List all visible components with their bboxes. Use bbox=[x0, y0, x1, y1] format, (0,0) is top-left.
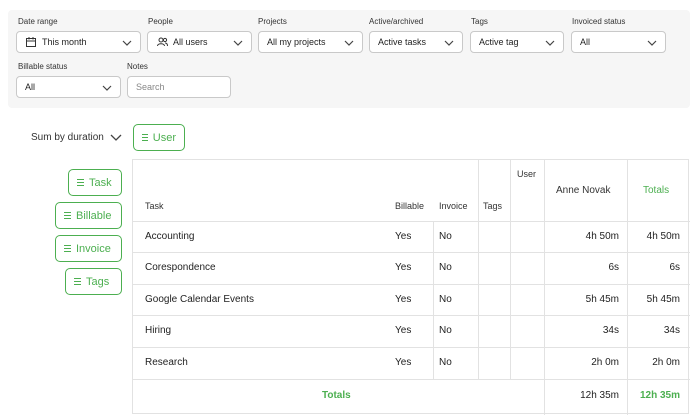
cell-billable: Yes bbox=[395, 231, 412, 242]
cell-invoice: No bbox=[439, 357, 452, 368]
tags-label: Tags bbox=[471, 17, 488, 26]
active-archived-label: Active/archived bbox=[369, 17, 424, 26]
chevron-down-icon bbox=[444, 40, 454, 46]
cell-total: 5h 45m bbox=[646, 294, 680, 305]
notes-label: Notes bbox=[127, 62, 148, 71]
cell-total: 6s bbox=[669, 262, 680, 273]
chip-label: Invoice bbox=[76, 242, 111, 255]
active-archived-select[interactable]: Active tasks bbox=[369, 31, 463, 53]
cell-person: 34s bbox=[602, 325, 619, 336]
group-chip-user[interactable]: User bbox=[133, 124, 185, 151]
billable-status-label: Billable status bbox=[18, 62, 68, 71]
column-divider bbox=[433, 221, 434, 379]
group-chip-billable[interactable]: Billable bbox=[55, 202, 122, 229]
header-totals: Totals bbox=[643, 185, 670, 196]
cell-person: 6s bbox=[608, 262, 619, 273]
chevron-down-icon bbox=[344, 40, 354, 46]
footer-person-total: 12h 35m bbox=[580, 390, 619, 401]
projects-select[interactable]: All my projects bbox=[258, 31, 363, 53]
group-chip-task[interactable]: Task bbox=[68, 169, 122, 196]
invoiced-status-value: All bbox=[580, 37, 591, 47]
people-select[interactable]: All users bbox=[147, 31, 252, 53]
cell-total: 2h 0m bbox=[652, 357, 680, 368]
chip-label: User bbox=[152, 131, 176, 144]
cell-task: Google Calendar Events bbox=[145, 294, 254, 305]
projects-label: Projects bbox=[258, 17, 287, 26]
row-divider bbox=[133, 379, 690, 380]
cell-total: 34s bbox=[663, 325, 680, 336]
header-task: Task bbox=[145, 201, 164, 211]
chevron-down-icon bbox=[122, 40, 132, 46]
projects-value: All my projects bbox=[267, 37, 326, 47]
group-chip-invoice[interactable]: Invoice bbox=[55, 235, 122, 262]
billable-status-select[interactable]: All bbox=[16, 76, 121, 98]
chevron-down-icon bbox=[102, 85, 112, 91]
cell-task: Accounting bbox=[145, 231, 195, 242]
cell-person: 2h 0m bbox=[591, 357, 619, 368]
header-invoice: Invoice bbox=[439, 201, 468, 211]
cell-task: Research bbox=[145, 357, 188, 368]
header-person: Anne Novak bbox=[556, 185, 611, 196]
cell-billable: Yes bbox=[395, 294, 412, 305]
cell-task: Corespondence bbox=[145, 262, 216, 273]
tags-value: Active tag bbox=[479, 37, 519, 47]
billable-status-value: All bbox=[25, 82, 36, 92]
row-divider bbox=[133, 252, 690, 253]
footer-totals-label: Totals bbox=[322, 390, 351, 401]
drag-handle-icon bbox=[77, 177, 84, 188]
drag-handle-icon bbox=[74, 276, 81, 287]
row-divider bbox=[133, 284, 690, 285]
date-range-select[interactable]: This month bbox=[16, 31, 141, 53]
chevron-down-icon bbox=[647, 40, 657, 46]
cell-person: 5h 45m bbox=[585, 294, 619, 305]
header-tags: Tags bbox=[483, 201, 503, 211]
group-chip-tags[interactable]: Tags bbox=[65, 268, 122, 295]
people-value: All users bbox=[173, 37, 208, 47]
cell-invoice: No bbox=[439, 294, 452, 305]
cell-invoice: No bbox=[439, 231, 452, 242]
row-divider bbox=[133, 315, 690, 316]
cell-person: 4h 50m bbox=[585, 231, 619, 242]
chevron-down-icon bbox=[545, 40, 555, 46]
invoiced-status-select[interactable]: All bbox=[571, 31, 666, 53]
chip-label: Tags bbox=[86, 275, 110, 288]
footer-grand-total: 12h 35m bbox=[639, 390, 680, 401]
row-divider bbox=[133, 347, 690, 348]
column-divider bbox=[627, 160, 628, 415]
chevron-down-icon bbox=[110, 134, 122, 141]
tags-select[interactable]: Active tag bbox=[470, 31, 564, 53]
filters-panel: Date range This month People All users P… bbox=[8, 10, 690, 108]
cell-total: 4h 50m bbox=[646, 231, 680, 242]
column-divider bbox=[544, 160, 545, 415]
drag-handle-icon bbox=[64, 243, 71, 254]
active-archived-value: Active tasks bbox=[378, 37, 427, 47]
cell-invoice: No bbox=[439, 262, 452, 273]
date-range-label: Date range bbox=[18, 17, 58, 26]
cell-billable: Yes bbox=[395, 262, 412, 273]
drag-handle-icon bbox=[142, 132, 148, 143]
cell-billable: Yes bbox=[395, 357, 412, 368]
drag-handle-icon bbox=[64, 210, 71, 221]
header-billable: Billable bbox=[395, 201, 425, 211]
users-icon bbox=[156, 36, 168, 48]
cell-invoice: No bbox=[439, 325, 452, 336]
sum-by-label: Sum by duration bbox=[31, 131, 104, 143]
chip-label: Task bbox=[89, 176, 112, 189]
notes-search-input[interactable] bbox=[127, 76, 231, 98]
calendar-icon bbox=[25, 36, 37, 48]
sum-by-dropdown[interactable]: Sum by duration bbox=[31, 131, 122, 143]
chevron-down-icon bbox=[233, 40, 243, 46]
chip-label: Billable bbox=[76, 209, 112, 222]
date-range-value: This month bbox=[42, 37, 87, 47]
report-table: User Anne Novak Totals Task Billable Inv… bbox=[132, 159, 690, 415]
invoiced-status-label: Invoiced status bbox=[572, 17, 626, 26]
cell-billable: Yes bbox=[395, 325, 412, 336]
people-label: People bbox=[148, 17, 173, 26]
row-divider bbox=[133, 221, 690, 222]
cell-task: Hiring bbox=[145, 325, 172, 336]
header-user: User bbox=[517, 169, 537, 179]
